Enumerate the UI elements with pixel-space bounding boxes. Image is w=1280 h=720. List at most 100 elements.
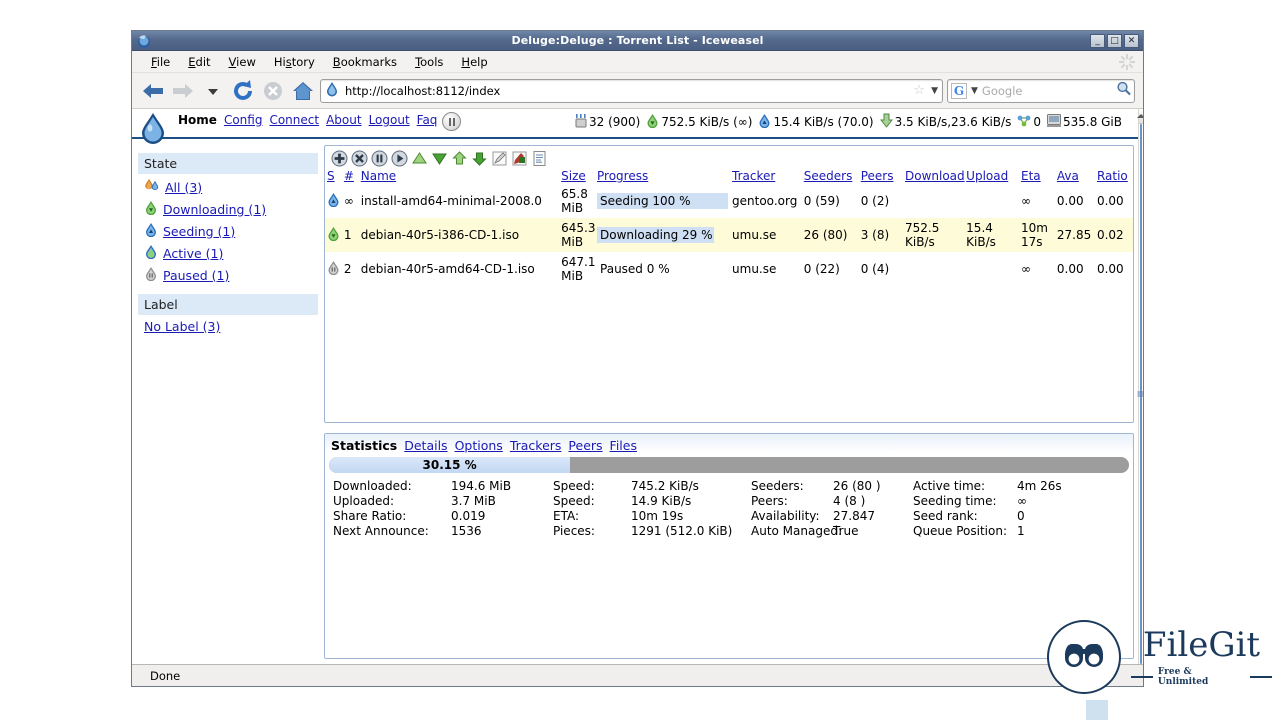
nav-logout[interactable]: Logout <box>369 113 410 127</box>
minimize-button[interactable]: _ <box>1090 34 1105 48</box>
menu-file[interactable]: File <box>142 53 179 71</box>
search-bar[interactable]: G ▼ Google <box>947 79 1135 103</box>
details-icon[interactable] <box>531 150 548 167</box>
close-button[interactable]: ✕ <box>1124 34 1139 48</box>
menu-bookmarks[interactable]: Bookmarks <box>324 53 406 71</box>
col-peers[interactable]: Peers <box>859 168 903 184</box>
tab-trackers[interactable]: Trackers <box>510 438 562 453</box>
row-tracker: umu.se <box>730 252 802 286</box>
edit-icon[interactable] <box>491 150 508 167</box>
sidebar-item-paused-label[interactable]: Paused (1) <box>163 268 229 283</box>
pause-icon[interactable] <box>371 150 388 167</box>
col-upload[interactable]: Upload <box>964 168 1019 184</box>
row-queue: 1 <box>342 218 359 252</box>
nav-faq[interactable]: Faq <box>417 113 438 127</box>
stat-freespace-value: 535.8 GiB <box>1063 115 1122 129</box>
global-pause-button[interactable] <box>442 112 461 131</box>
menu-tools[interactable]: Tools <box>406 53 452 71</box>
menu-history[interactable]: History <box>265 53 324 71</box>
sidebar-item-no-label-label[interactable]: No Label (3) <box>144 319 220 334</box>
stat-protocol-value: 3.5 KiB/s,23.6 KiB/s <box>895 115 1012 129</box>
col-queue[interactable]: # <box>342 168 359 184</box>
details-pane: Statistics Details Options Trackers Peer… <box>324 433 1134 659</box>
sidebar-item-seeding-label[interactable]: Seeding (1) <box>163 224 235 239</box>
bookmark-star-icon[interactable]: ☆ <box>913 83 925 98</box>
stat-value: 27.847 <box>833 509 913 523</box>
col-seeders[interactable]: Seeders <box>802 168 859 184</box>
sidebar-item-downloading-label[interactable]: Downloading (1) <box>163 202 266 217</box>
menu-edit[interactable]: Edit <box>179 53 219 71</box>
stat-label: Next Announce: <box>333 524 451 538</box>
col-progress[interactable]: Progress <box>595 168 730 184</box>
table-row[interactable]: 1 debian-40r5-i386-CD-1.iso 645.3 MiB Do… <box>325 218 1133 252</box>
deluge-webui: Home Config Connect About Logout Faq <box>132 109 1138 664</box>
col-tracker[interactable]: Tracker <box>730 168 802 184</box>
table-row[interactable]: 2 debian-40r5-amd64-CD-1.iso 647.1 MiB P… <box>325 252 1133 286</box>
stat-label: Auto Managed: <box>751 524 833 538</box>
url-bar[interactable]: http://localhost:8112/index ☆ ▼ <box>320 79 943 103</box>
tab-peers[interactable]: Peers <box>568 438 602 453</box>
col-download[interactable]: Download <box>903 168 964 184</box>
reload-button-icon[interactable] <box>230 78 256 104</box>
remove-torrent-icon[interactable] <box>351 150 368 167</box>
home-button-icon[interactable] <box>290 78 316 104</box>
paused-icon <box>327 264 340 278</box>
search-engine-dropdown-icon[interactable]: ▼ <box>971 86 978 96</box>
col-size[interactable]: Size <box>559 168 595 184</box>
menu-view[interactable]: View <box>220 53 265 71</box>
nav-about[interactable]: About <box>326 113 361 127</box>
row-progress-label: Seeding 100 % <box>597 194 691 208</box>
tab-files[interactable]: Files <box>610 438 637 453</box>
url-dropdown-icon[interactable]: ▼ <box>931 86 938 96</box>
nav-home[interactable]: Home <box>178 113 217 127</box>
queue-bottom-icon[interactable] <box>471 150 488 167</box>
sidebar-item-paused[interactable]: Paused (1) <box>138 264 318 286</box>
resume-icon[interactable] <box>391 150 408 167</box>
back-button-icon[interactable] <box>140 78 166 104</box>
stat-value: ∞ <box>1017 494 1087 508</box>
tab-options[interactable]: Options <box>455 438 503 453</box>
col-ava[interactable]: Ava <box>1055 168 1095 184</box>
col-state[interactable]: S <box>325 168 342 184</box>
tab-statistics[interactable]: Statistics <box>331 438 397 453</box>
nav-connect[interactable]: Connect <box>269 113 319 127</box>
sidebar-item-all[interactable]: All (3) <box>138 176 318 198</box>
scrollbar-thumb[interactable] <box>1140 124 1142 664</box>
sidebar-item-active[interactable]: Active (1) <box>138 242 318 264</box>
menu-help[interactable]: Help <box>452 53 496 71</box>
sidebar-item-all-label[interactable]: All (3) <box>165 180 202 195</box>
stat-torrents-value: 32 (900) <box>589 115 640 129</box>
sidebar-item-active-label[interactable]: Active (1) <box>163 246 223 261</box>
row-name: debian-40r5-amd64-CD-1.iso <box>359 252 559 286</box>
sidebar-item-seeding[interactable]: Seeding (1) <box>138 220 318 242</box>
sidebar-item-no-label[interactable]: No Label (3) <box>138 317 318 336</box>
google-icon[interactable]: G <box>951 83 967 99</box>
scrollbar-track[interactable] <box>1139 124 1143 664</box>
col-name[interactable]: Name <box>359 168 559 184</box>
edit-trackers-icon[interactable] <box>511 150 528 167</box>
row-ratio: 0.00 <box>1095 184 1133 218</box>
row-upload <box>964 184 1019 218</box>
row-seeders: 0 (59) <box>802 184 859 218</box>
row-download <box>903 184 964 218</box>
details-stat-grid: Downloaded: 194.6 MiB Speed: 745.2 KiB/s… <box>325 479 1133 538</box>
tab-details[interactable]: Details <box>404 438 447 453</box>
add-torrent-icon[interactable] <box>331 150 348 167</box>
stat-download: 752.5 KiB/s (∞) <box>646 113 752 131</box>
search-input[interactable]: Google <box>982 84 1112 98</box>
col-eta[interactable]: Eta <box>1019 168 1055 184</box>
nav-config[interactable]: Config <box>224 113 263 127</box>
queue-up-icon[interactable] <box>411 150 428 167</box>
stat-value: 14.9 KiB/s <box>631 494 751 508</box>
history-dropdown-icon[interactable] <box>200 78 226 104</box>
table-row[interactable]: ∞ install-amd64-minimal-2008.0 65.8 MiB … <box>325 184 1133 218</box>
stat-label: Peers: <box>751 494 833 508</box>
maximize-button[interactable]: □ <box>1107 34 1122 48</box>
search-magnifier-icon[interactable] <box>1116 81 1131 100</box>
col-ratio[interactable]: Ratio <box>1095 168 1133 184</box>
sidebar-item-downloading[interactable]: Downloading (1) <box>138 198 318 220</box>
scroll-up-button[interactable] <box>1139 109 1143 124</box>
queue-top-icon[interactable] <box>451 150 468 167</box>
page-scrollbar[interactable] <box>1138 109 1143 664</box>
queue-down-icon[interactable] <box>431 150 448 167</box>
